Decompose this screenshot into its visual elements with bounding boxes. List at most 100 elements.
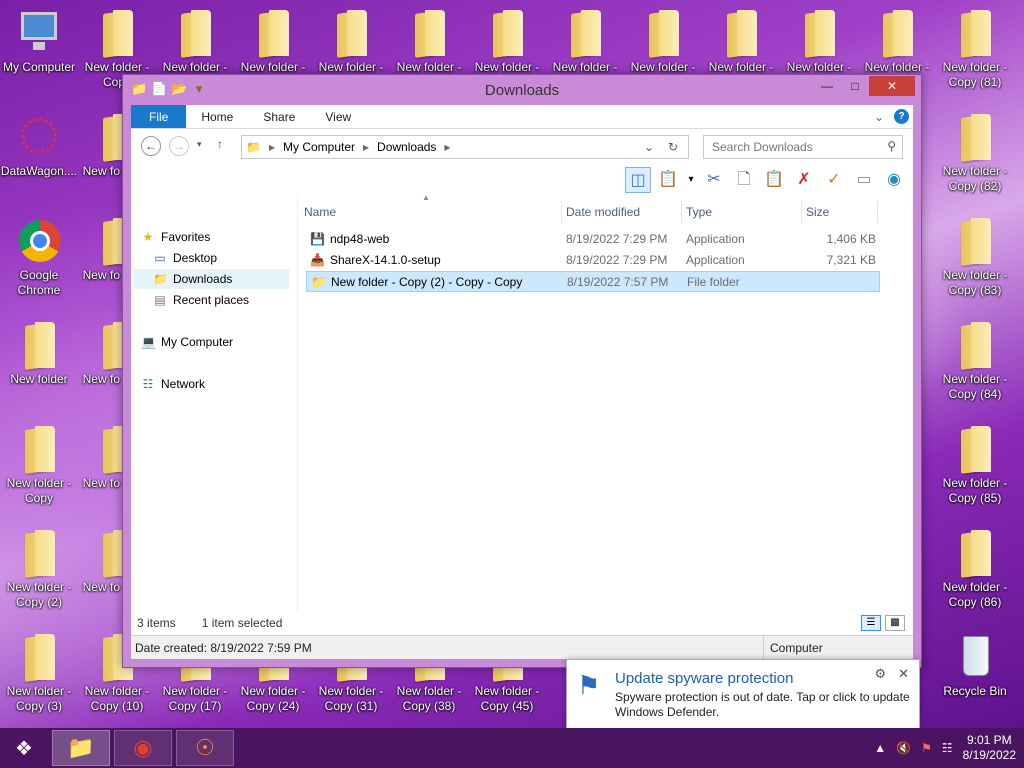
recycle-bin-icon <box>951 632 999 684</box>
file-type: File folder <box>687 275 740 289</box>
nav-downloads[interactable]: 📁 Downloads <box>133 269 289 289</box>
taskbar-chrome[interactable]: ◉ <box>114 730 172 766</box>
clock[interactable]: 9:01 PM 8/19/2022 <box>963 733 1016 763</box>
details-view-button[interactable]: ☰ <box>861 615 881 631</box>
desktop-icon-colr-3[interactable]: New folder - Copy (85) <box>936 418 1014 518</box>
help-icon[interactable]: ? <box>894 109 909 124</box>
refresh-icon[interactable]: ↻ <box>664 140 682 154</box>
up-button[interactable]: ↑ <box>217 137 223 151</box>
desktop-icon-label: New folder - Copy (85) <box>942 476 1008 505</box>
desktop-icon-col1-4[interactable]: New folder - Copy (2) <box>0 522 78 622</box>
defender-notification[interactable]: ⚑ Update spyware protection Spyware prot… <box>566 659 920 729</box>
file-row[interactable]: 📁 New folder - Copy (2) - Copy - Copy 8/19… <box>306 271 880 292</box>
properties-icon[interactable]: ▭ <box>851 167 877 193</box>
desktop-icon-col1-2[interactable]: New folder <box>0 314 78 414</box>
nav-favorites[interactable]: ★ Favorites <box>141 227 211 247</box>
nav-my-computer[interactable]: 💻 My Computer <box>141 332 233 352</box>
navigation-pane: ★ Favorites ▭ Desktop 📁 Downloads ▤ Rece… <box>131 225 297 611</box>
expand-ribbon-icon[interactable]: ⌄ <box>874 110 884 124</box>
desktop-icon-col1-1[interactable]: Google Chrome <box>0 210 78 310</box>
desktop-icon-label: New folder - Copy (45) <box>474 684 540 713</box>
network-icon[interactable]: ☷ <box>942 741 953 755</box>
notification-title: Update spyware protection <box>615 670 794 687</box>
nav-network[interactable]: ☷ Network <box>141 374 205 394</box>
desktop-icon-label: New folder - Copy (31) <box>318 684 384 713</box>
desktop-icon-colr-0[interactable]: New folder - Copy (82) <box>936 106 1014 206</box>
close-button[interactable]: ✕ <box>869 76 915 96</box>
nav-recent-places[interactable]: ▤ Recent places <box>153 290 249 310</box>
desktop-icon-label: My Computer <box>2 60 76 74</box>
chrome-icon: ◉ <box>133 735 153 760</box>
delete-icon[interactable]: ✗ <box>791 167 817 193</box>
action-center-flag-icon[interactable]: ⚑ <box>921 741 932 755</box>
desktop-icon-label: New folder - Copy (17) <box>162 684 228 713</box>
address-bar[interactable]: 📁 ▸ My Computer ▸ Downloads ▸ ⌄ ↻ <box>241 135 689 159</box>
file-row[interactable]: 📥 ShareX-14.1.0-setup 8/19/2022 7:29 PM App… <box>306 250 880 271</box>
desktop-icon-label: New folder - <box>864 60 930 74</box>
desktop-icon-col1-5[interactable]: New folder - Copy (3) <box>0 626 78 726</box>
tab-share[interactable]: Share <box>248 105 310 128</box>
folder-icon <box>15 424 63 476</box>
start-button[interactable]: ❖ <box>0 728 48 768</box>
desktop-icon-label: New folder - <box>318 60 384 74</box>
rename-icon[interactable]: ✓ <box>821 167 847 193</box>
taskbar-firefox[interactable]: ☉ <box>176 730 234 766</box>
minimize-button[interactable]: — <box>813 76 841 96</box>
folder-icon <box>171 8 219 60</box>
file-name-cell: 💾 ndp48-web <box>310 229 389 250</box>
view-options-icon[interactable]: 📋 <box>655 167 681 193</box>
forward-button[interactable]: → <box>169 136 189 156</box>
column-date-modified[interactable]: Date modified <box>562 201 682 223</box>
file-type: Application <box>686 232 745 246</box>
desktop-icon-row1-12[interactable]: New folder - Copy (81) <box>936 2 1014 102</box>
breadcrumb-downloads[interactable]: Downloads <box>373 140 440 154</box>
title-bar[interactable]: 📁 📄 📂 ▾ Downloads — □ ✕ <box>123 75 921 105</box>
desktop-icon-label: New folder - <box>162 60 228 74</box>
paste-icon[interactable]: 📋 <box>761 167 787 193</box>
large-icons-view-button[interactable]: ▩ <box>885 615 905 631</box>
desktop-icon-col1-3[interactable]: New folder - Copy <box>0 418 78 518</box>
file-row[interactable]: 💾 ndp48-web 8/19/2022 7:29 PM Application 1,… <box>306 229 880 250</box>
firefox-icon: ☉ <box>195 735 215 760</box>
preview-pane-icon[interactable]: ◫ <box>625 167 651 193</box>
tab-home[interactable]: Home <box>186 105 248 128</box>
desktop-icon-label: New folder - Copy (38) <box>396 684 462 713</box>
tab-view[interactable]: View <box>310 105 366 128</box>
tab-file[interactable]: File <box>131 105 187 128</box>
network-globe-icon[interactable]: ◉ <box>881 167 907 193</box>
breadcrumb-my-computer[interactable]: My Computer <box>279 140 359 154</box>
breadcrumb-separator: ▸ <box>363 140 370 154</box>
desktop-icon-row1-0[interactable]: My Computer <box>0 2 78 102</box>
desktop-icon-colr-1[interactable]: New folder - Copy (83) <box>936 210 1014 310</box>
desktop-icon: ▭ <box>154 251 166 265</box>
maximize-button[interactable]: □ <box>841 76 869 96</box>
taskbar-file-explorer[interactable]: 📁 <box>52 730 110 766</box>
command-toolbar: ◫ 📋 ▾ ✂ 🗋 📋 ✗ ✓ ▭ ◉ <box>131 165 913 195</box>
windows-defender-flag-icon: ⚑ <box>577 670 601 700</box>
column-name[interactable]: Name <box>300 201 562 223</box>
column-size[interactable]: Size <box>802 201 878 223</box>
close-icon[interactable]: ✕ <box>898 666 909 682</box>
desktop-icon-colr-5[interactable]: Recycle Bin <box>936 626 1014 726</box>
chevron-down-icon[interactable]: ⌄ <box>640 140 658 154</box>
downloads-folder-icon: 📁 <box>153 272 168 286</box>
cut-icon[interactable]: ✂ <box>701 167 727 193</box>
recent-locations-icon[interactable]: ▾ <box>197 139 202 150</box>
show-hidden-icons-icon[interactable]: ▲ <box>874 741 886 755</box>
folder-icon <box>951 424 999 476</box>
desktop-icon-col1-0[interactable]: DataWagon.... <box>0 106 78 206</box>
copy-icon[interactable]: 🗋 <box>731 167 757 193</box>
desktop-icon-colr-2[interactable]: New folder - Copy (84) <box>936 314 1014 414</box>
volume-muted-icon[interactable]: 🔇 <box>896 741 911 755</box>
explorer-window: 📁 📄 📂 ▾ Downloads — □ ✕ File Home Share … <box>122 74 922 668</box>
back-button[interactable]: ← <box>141 136 161 156</box>
settings-icon[interactable]: ⚙ <box>874 666 886 682</box>
nav-desktop[interactable]: ▭ Desktop <box>153 248 217 268</box>
search-input[interactable]: Search Downloads ⚲ <box>703 135 903 159</box>
desktop-icon-colr-4[interactable]: New folder - Copy (86) <box>936 522 1014 622</box>
folder-icon <box>951 112 999 164</box>
desktop-icon-label: New folder - <box>240 60 306 74</box>
column-type[interactable]: Type <box>682 201 802 223</box>
folder-icon <box>93 8 141 60</box>
chevron-down-icon[interactable]: ▾ <box>685 167 697 193</box>
